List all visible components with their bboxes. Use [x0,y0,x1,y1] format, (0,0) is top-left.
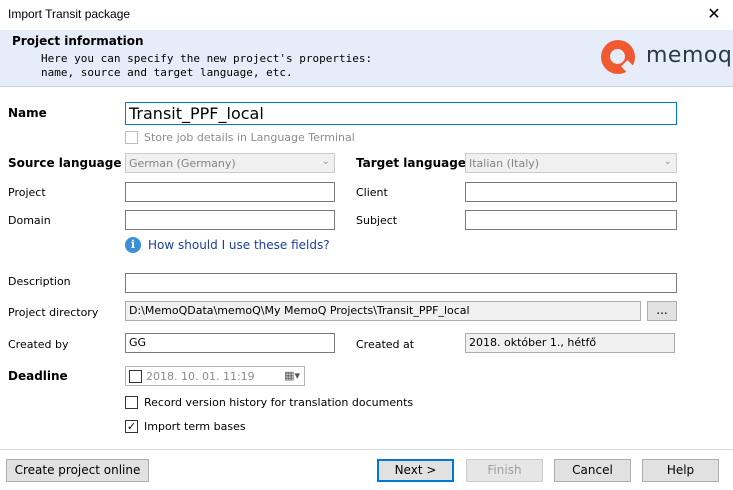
footer-divider [0,449,733,450]
store-job-checkbox-box[interactable] [125,131,138,144]
domain-label: Domain [8,214,51,227]
target-language-select[interactable]: Italian (Italy) ⌄ [465,153,677,173]
client-label: Client [356,186,388,199]
store-job-label: Store job details in Language Terminal [144,131,355,144]
record-version-checkbox[interactable]: Record version history for translation d… [125,396,413,409]
help-info: i How should I use these fields? [125,237,330,253]
info-icon: i [125,237,141,253]
deadline-value: 2018. 10. 01. 11:19 [146,369,255,383]
chevron-down-icon: ⌄ [321,156,330,167]
deadline-picker[interactable]: 2018. 10. 01. 11:19 ▦▾ [125,366,305,386]
store-job-checkbox[interactable]: Store job details in Language Terminal [125,131,355,144]
page-title: Project information [12,34,144,48]
target-language-value: Italian (Italy) [469,157,540,170]
client-field[interactable] [465,182,677,202]
create-project-online-button[interactable]: Create project online [6,459,149,482]
source-language-label: Source language [8,156,122,170]
source-language-value: German (Germany) [129,157,236,170]
next-button[interactable]: Next > [377,459,454,482]
window-title: Import Transit package [8,7,131,21]
calendar-dropdown-icon[interactable]: ▦▾ [284,369,300,382]
target-language-label: Target language [356,156,467,170]
cancel-button[interactable]: Cancel [554,459,631,482]
import-term-label: Import term bases [144,420,246,433]
project-label: Project [8,186,46,199]
created-by-field[interactable]: GG [125,333,335,353]
deadline-checkbox[interactable] [129,369,142,383]
description-field[interactable] [125,273,677,293]
created-at-field: 2018. október 1., hétfő [465,333,675,353]
import-term-checkbox[interactable]: ✓ Import term bases [125,420,246,433]
page-description: Here you can specify the new project's p… [41,52,373,79]
browse-button[interactable]: ... [647,301,677,321]
import-term-checkbox-box[interactable]: ✓ [125,420,138,433]
name-label: Name [8,106,47,120]
help-button[interactable]: Help [642,459,719,482]
project-field[interactable] [125,182,335,202]
record-version-checkbox-box[interactable] [125,396,138,409]
created-by-label: Created by [8,338,69,351]
record-version-label: Record version history for translation d… [144,396,414,409]
memoq-logo-text: memoq [646,43,733,68]
finish-button[interactable]: Finish [466,459,543,482]
description-label: Description [8,275,71,288]
memoq-logo-icon [601,40,635,74]
domain-field[interactable] [125,210,335,230]
close-icon[interactable]: ✕ [705,4,723,24]
created-at-label: Created at [356,338,415,351]
chevron-down-icon: ⌄ [663,156,672,167]
name-field[interactable]: Transit_PPF_local [125,102,677,125]
title-bar: Import Transit package ✕ [0,0,733,30]
project-directory-label: Project directory [8,306,99,319]
fields-help-link[interactable]: How should I use these fields? [148,238,330,252]
source-language-select[interactable]: German (Germany) ⌄ [125,153,335,173]
subject-field[interactable] [465,210,677,230]
deadline-label: Deadline [8,369,68,383]
memoq-logo: memoq [601,39,732,75]
project-directory-field[interactable]: D:\MemoQData\memoQ\My MemoQ Projects\Tra… [125,301,641,321]
subject-label: Subject [356,214,398,227]
